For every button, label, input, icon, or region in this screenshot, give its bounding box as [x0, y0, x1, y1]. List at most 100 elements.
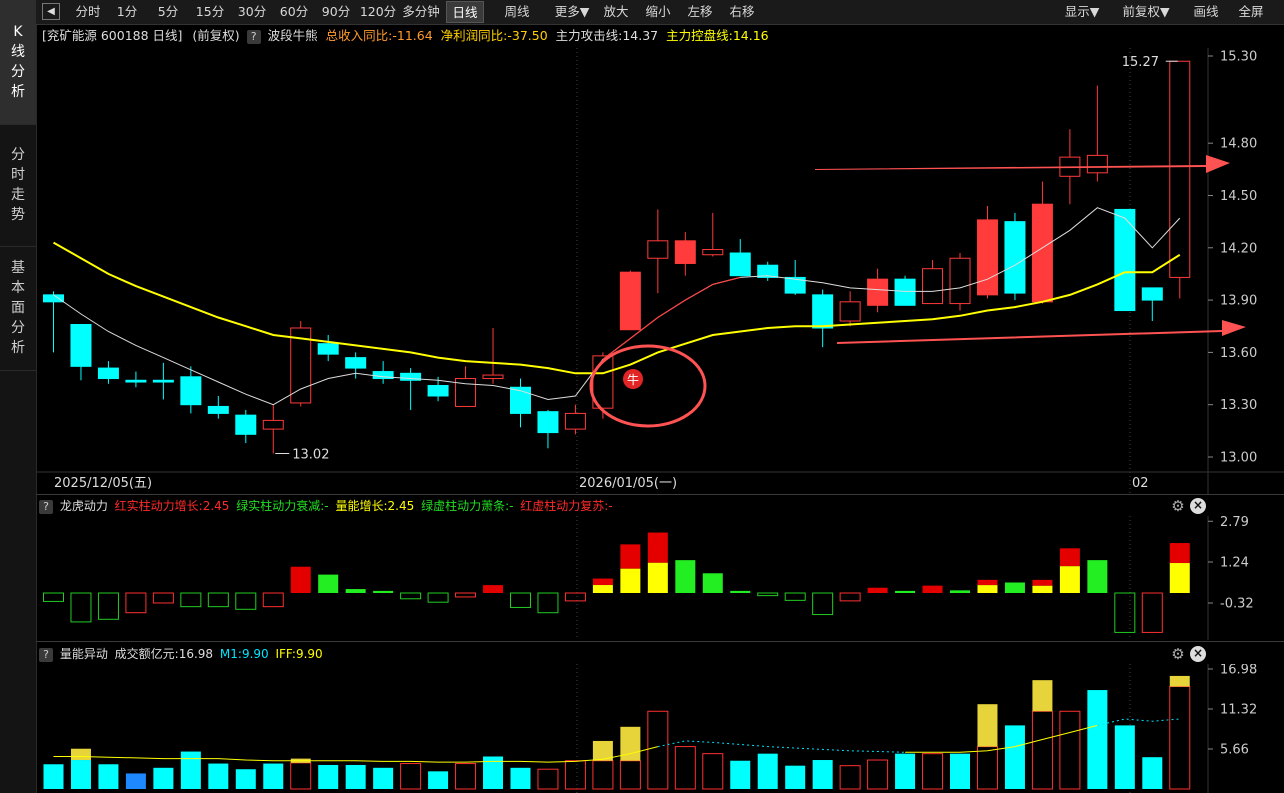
toolbar-btn-1[interactable]: 1分: [108, 1, 146, 23]
indicator2-header: ? 量能异动 成交额亿元:16.98 M1:9.90 IFF:9.90: [36, 644, 323, 664]
back-icon[interactable]: ◀: [42, 3, 60, 20]
toolbar-btn-7[interactable]: 120分: [358, 1, 398, 23]
toolbar-btn-2[interactable]: 5分: [148, 1, 188, 23]
toolbar-btn-9[interactable]: 日线: [446, 1, 484, 23]
volume-bar-cyan: [1087, 690, 1108, 789]
volume-bar-red: [647, 710, 669, 790]
toolbar-right-btn-0[interactable]: 显示▼: [1056, 1, 1108, 23]
candle-body: [125, 379, 147, 383]
power-bar-solid-red: [977, 579, 998, 586]
toolbar-right-btn-3[interactable]: 全屏: [1230, 1, 1272, 23]
y-tick-label: 2.79: [1220, 516, 1249, 530]
help-icon[interactable]: ?: [246, 29, 261, 44]
turnover-label: 成交额亿元:16.98: [114, 647, 214, 661]
candle-body: [867, 278, 889, 306]
toolbar-right-btn-1[interactable]: 前复权▼: [1114, 1, 1178, 23]
stock-title[interactable]: [兖矿能源 600188 日线]: [42, 28, 182, 43]
volume-bar-cyan: [1004, 725, 1025, 789]
volume-bar-cyan: [757, 753, 778, 789]
candle-body: [537, 411, 559, 434]
power-bar-solid-red: [290, 566, 311, 593]
green-hollow-label: 绿虚柱动力萧条:-: [421, 499, 514, 513]
candle-body: [427, 385, 449, 397]
power-bar-solid-red: [647, 532, 668, 563]
help-icon[interactable]: ?: [39, 647, 53, 662]
power-bar-solid-red: [592, 578, 613, 586]
volume-growth-label: 量能增长:2.45: [335, 499, 415, 513]
sidebar-tab-2[interactable]: 基本面分析: [0, 246, 36, 371]
toolbar-btn-5[interactable]: 60分: [274, 1, 314, 23]
candle-body: [564, 412, 586, 430]
power-bar-hollow-green: [784, 592, 806, 601]
power-bar-hollow-green: [537, 592, 559, 614]
x-axis-label: 2025/12/05(五): [54, 476, 152, 491]
y-tick-label: 15.30: [1220, 50, 1257, 65]
dragon-tiger-power-chart[interactable]: 2.79 1.24 -0.32: [36, 516, 1284, 640]
candle-body: [812, 294, 834, 329]
volume-bar-cyan: [153, 767, 174, 789]
volume-bar-cyan: [950, 753, 971, 789]
candle-body: [1114, 208, 1136, 312]
toolbar-btn-13[interactable]: 缩小: [638, 1, 678, 23]
power-bar-solid-green: [730, 590, 751, 593]
power-bar-solid-green: [950, 590, 971, 593]
power-bar-solid-green: [895, 590, 916, 593]
toolbar-btn-6[interactable]: 90分: [316, 1, 356, 23]
toolbar-right-btn-2[interactable]: 画线: [1186, 1, 1226, 23]
close-icon[interactable]: ×: [1190, 498, 1206, 514]
volume-bar-cyan: [318, 764, 339, 789]
candle-body: [674, 240, 696, 264]
volume-growth-bar: [647, 562, 668, 593]
indicator2-name[interactable]: 量能异动: [60, 647, 108, 661]
toolbar-btn-14[interactable]: 左移: [680, 1, 720, 23]
power-bar-solid-red: [922, 585, 943, 593]
power-bar-hollow-red: [564, 592, 586, 602]
revenue-yoy: 总收入同比:-11.64: [325, 28, 433, 43]
power-bar-hollow-green: [207, 592, 229, 608]
help-icon[interactable]: ?: [39, 499, 53, 514]
volume-bar-red: [1031, 710, 1053, 790]
volume-bar-cyan: [235, 769, 256, 789]
power-bar-hollow-green: [235, 592, 257, 610]
volume-anomaly-chart[interactable]: 16.98 11.32 5.66: [36, 664, 1284, 793]
indicator-name[interactable]: 波段牛熊: [268, 28, 318, 43]
toolbar-btn-8[interactable]: 多分钟: [398, 1, 444, 23]
power-bar-hollow-red: [262, 592, 284, 608]
volume-bar-cyan: [98, 764, 119, 789]
candle-body: [43, 294, 64, 303]
volume-bar-red: [922, 753, 944, 790]
toolbar-btn-15[interactable]: 右移: [722, 1, 762, 23]
volume-growth-bar: [977, 585, 998, 593]
volume-anomaly-bar: [977, 704, 998, 747]
toolbar-btn-10[interactable]: 周线: [496, 1, 538, 23]
toolbar-btn-11[interactable]: 更多▼: [550, 1, 594, 23]
volume-bar-cyan: [428, 771, 449, 789]
main-info-bar: [兖矿能源 600188 日线] (前复权) ? 波段牛熊 总收入同比:-11.…: [36, 24, 1208, 48]
m1-line: [53, 746, 658, 763]
volume-growth-bar: [620, 568, 641, 593]
candlestick-chart[interactable]: 15.30 14.80 14.50 14.20 13.90 13.60 13.30 13.00…: [36, 48, 1284, 494]
close-icon[interactable]: ×: [1190, 646, 1206, 662]
sidebar-tab-1[interactable]: 分时走势: [0, 124, 36, 247]
gear-icon[interactable]: ⚙: [1170, 646, 1186, 662]
toolbar-btn-3[interactable]: 15分: [190, 1, 230, 23]
power-bar-hollow-green: [97, 592, 119, 620]
candle-body: [207, 405, 229, 414]
iff-label: IFF:9.90: [275, 647, 323, 661]
candle-body: [1031, 203, 1053, 303]
candle-body: [949, 257, 971, 305]
toolbar-btn-0[interactable]: 分时: [70, 1, 106, 23]
toolbar-btn-4[interactable]: 30分: [232, 1, 272, 23]
gear-icon[interactable]: ⚙: [1170, 498, 1186, 514]
top-toolbar: ◀ 分时 1分 5分 15分 30分 60分 90分 120分 多分钟 日线 周线 更多▼ 放大 缩小 左移…: [36, 0, 1284, 25]
sidebar-tab-label: 分时走势: [11, 147, 25, 223]
sidebar-tab-0[interactable]: K线分析: [0, 0, 36, 125]
volume-bar-cyan: [1114, 725, 1135, 789]
candle-body: [647, 240, 669, 259]
adjust-mode[interactable]: (前复权): [192, 28, 239, 43]
volume-growth-bar: [1032, 585, 1053, 593]
indicator1-name[interactable]: 龙虎动力: [60, 499, 108, 513]
toolbar-btn-12[interactable]: 放大: [596, 1, 636, 23]
left-sidebar: K线分析分时走势基本面分析: [0, 0, 37, 793]
y-tick-label: 13.30: [1220, 398, 1257, 413]
